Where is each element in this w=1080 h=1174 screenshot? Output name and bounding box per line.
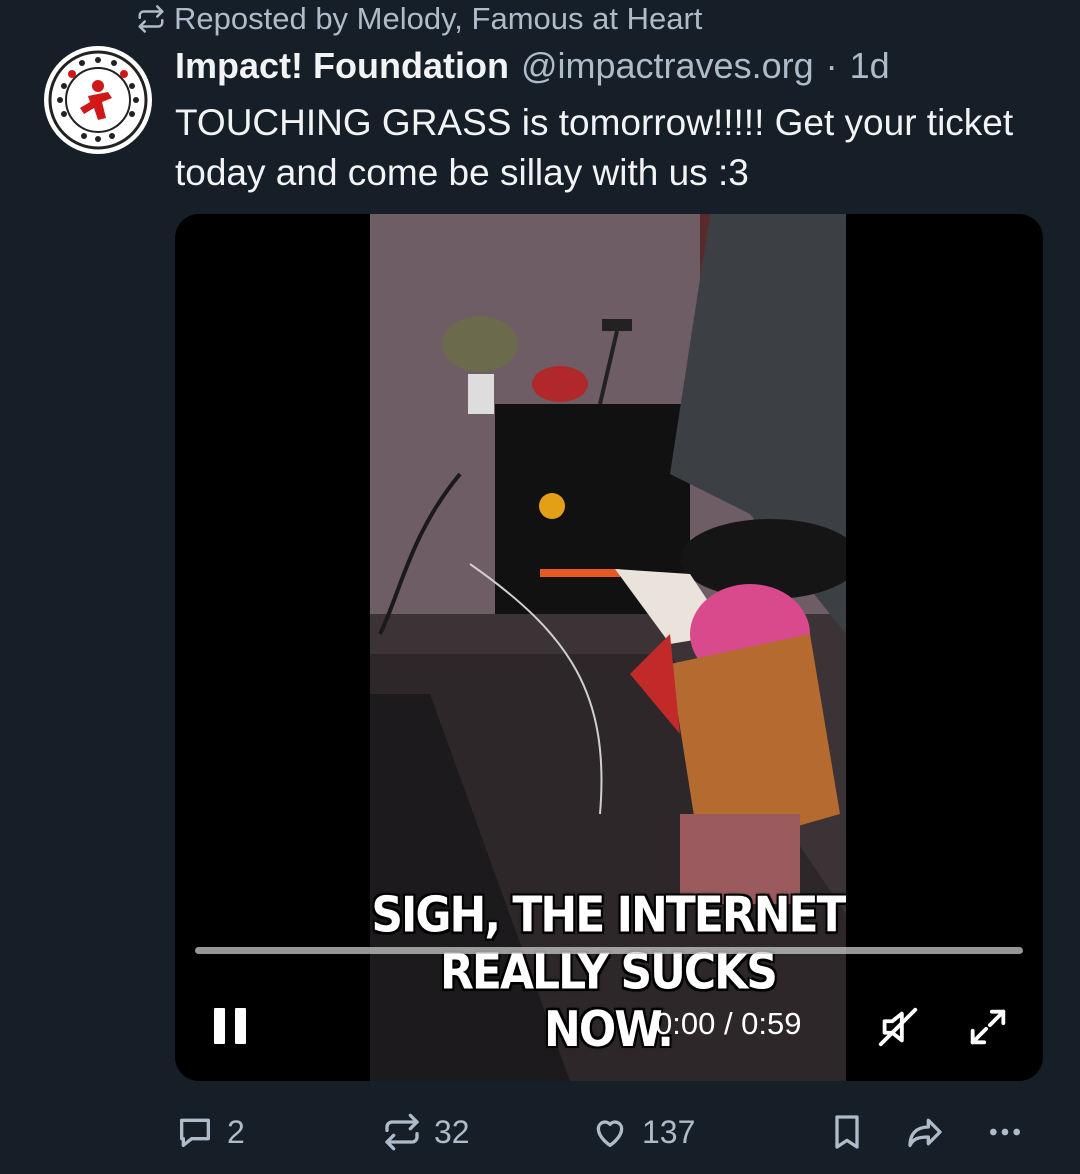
video-player[interactable]: SIGH, THE INTERNET REALLY SUCKS NOW. 0:0… (175, 214, 1043, 1081)
share-icon (908, 1118, 942, 1147)
avatar[interactable] (44, 46, 152, 154)
video-progress-bar[interactable] (195, 947, 1023, 954)
reply-icon (180, 1118, 210, 1147)
repost-button[interactable]: 32 (382, 1107, 470, 1157)
like-button[interactable]: 137 (590, 1107, 695, 1157)
mute-icon (878, 1007, 918, 1047)
repost-icon (385, 1113, 419, 1151)
reply-button[interactable]: 2 (175, 1107, 245, 1157)
post-text: TOUCHING GRASS is tomorrow!!!!! Get your… (175, 102, 1014, 193)
bookmark-icon (835, 1115, 859, 1149)
separator: · (825, 45, 838, 86)
video-timecode: 0:00 / 0:59 (655, 1006, 802, 1041)
more-options-button[interactable] (985, 1107, 1025, 1157)
post-actions: 2 32 137 (0, 1107, 1080, 1157)
fullscreen-button[interactable] (965, 1004, 1011, 1050)
repost-indicator[interactable]: Reposted by Melody, Famous at Heart (136, 0, 702, 38)
pause-button[interactable] (211, 1004, 251, 1048)
post-time[interactable]: 1d (850, 45, 890, 87)
repost-text: Reposted by Melody, Famous at Heart (174, 1, 703, 36)
repost-count: 32 (434, 1113, 470, 1150)
share-button[interactable] (905, 1107, 945, 1157)
bookmark-button[interactable] (827, 1107, 867, 1157)
mute-button[interactable] (875, 1004, 921, 1050)
repost-icon (138, 5, 164, 33)
more-icon (990, 1128, 1020, 1136)
pause-icon (214, 1008, 225, 1044)
video-caption-line-1: SIGH, THE INTERNET (371, 886, 846, 945)
post-header: Impact! Foundation @impactraves.org · 1d (175, 45, 890, 89)
impact-logo (46, 48, 150, 152)
reply-count: 2 (227, 1113, 245, 1150)
like-icon (596, 1120, 624, 1147)
author-name[interactable]: Impact! Foundation (175, 45, 509, 87)
author-handle[interactable]: @impactraves.org (521, 45, 814, 87)
fullscreen-icon (970, 1009, 1006, 1045)
like-count: 137 (642, 1113, 696, 1150)
pause-icon-bar (235, 1008, 246, 1044)
